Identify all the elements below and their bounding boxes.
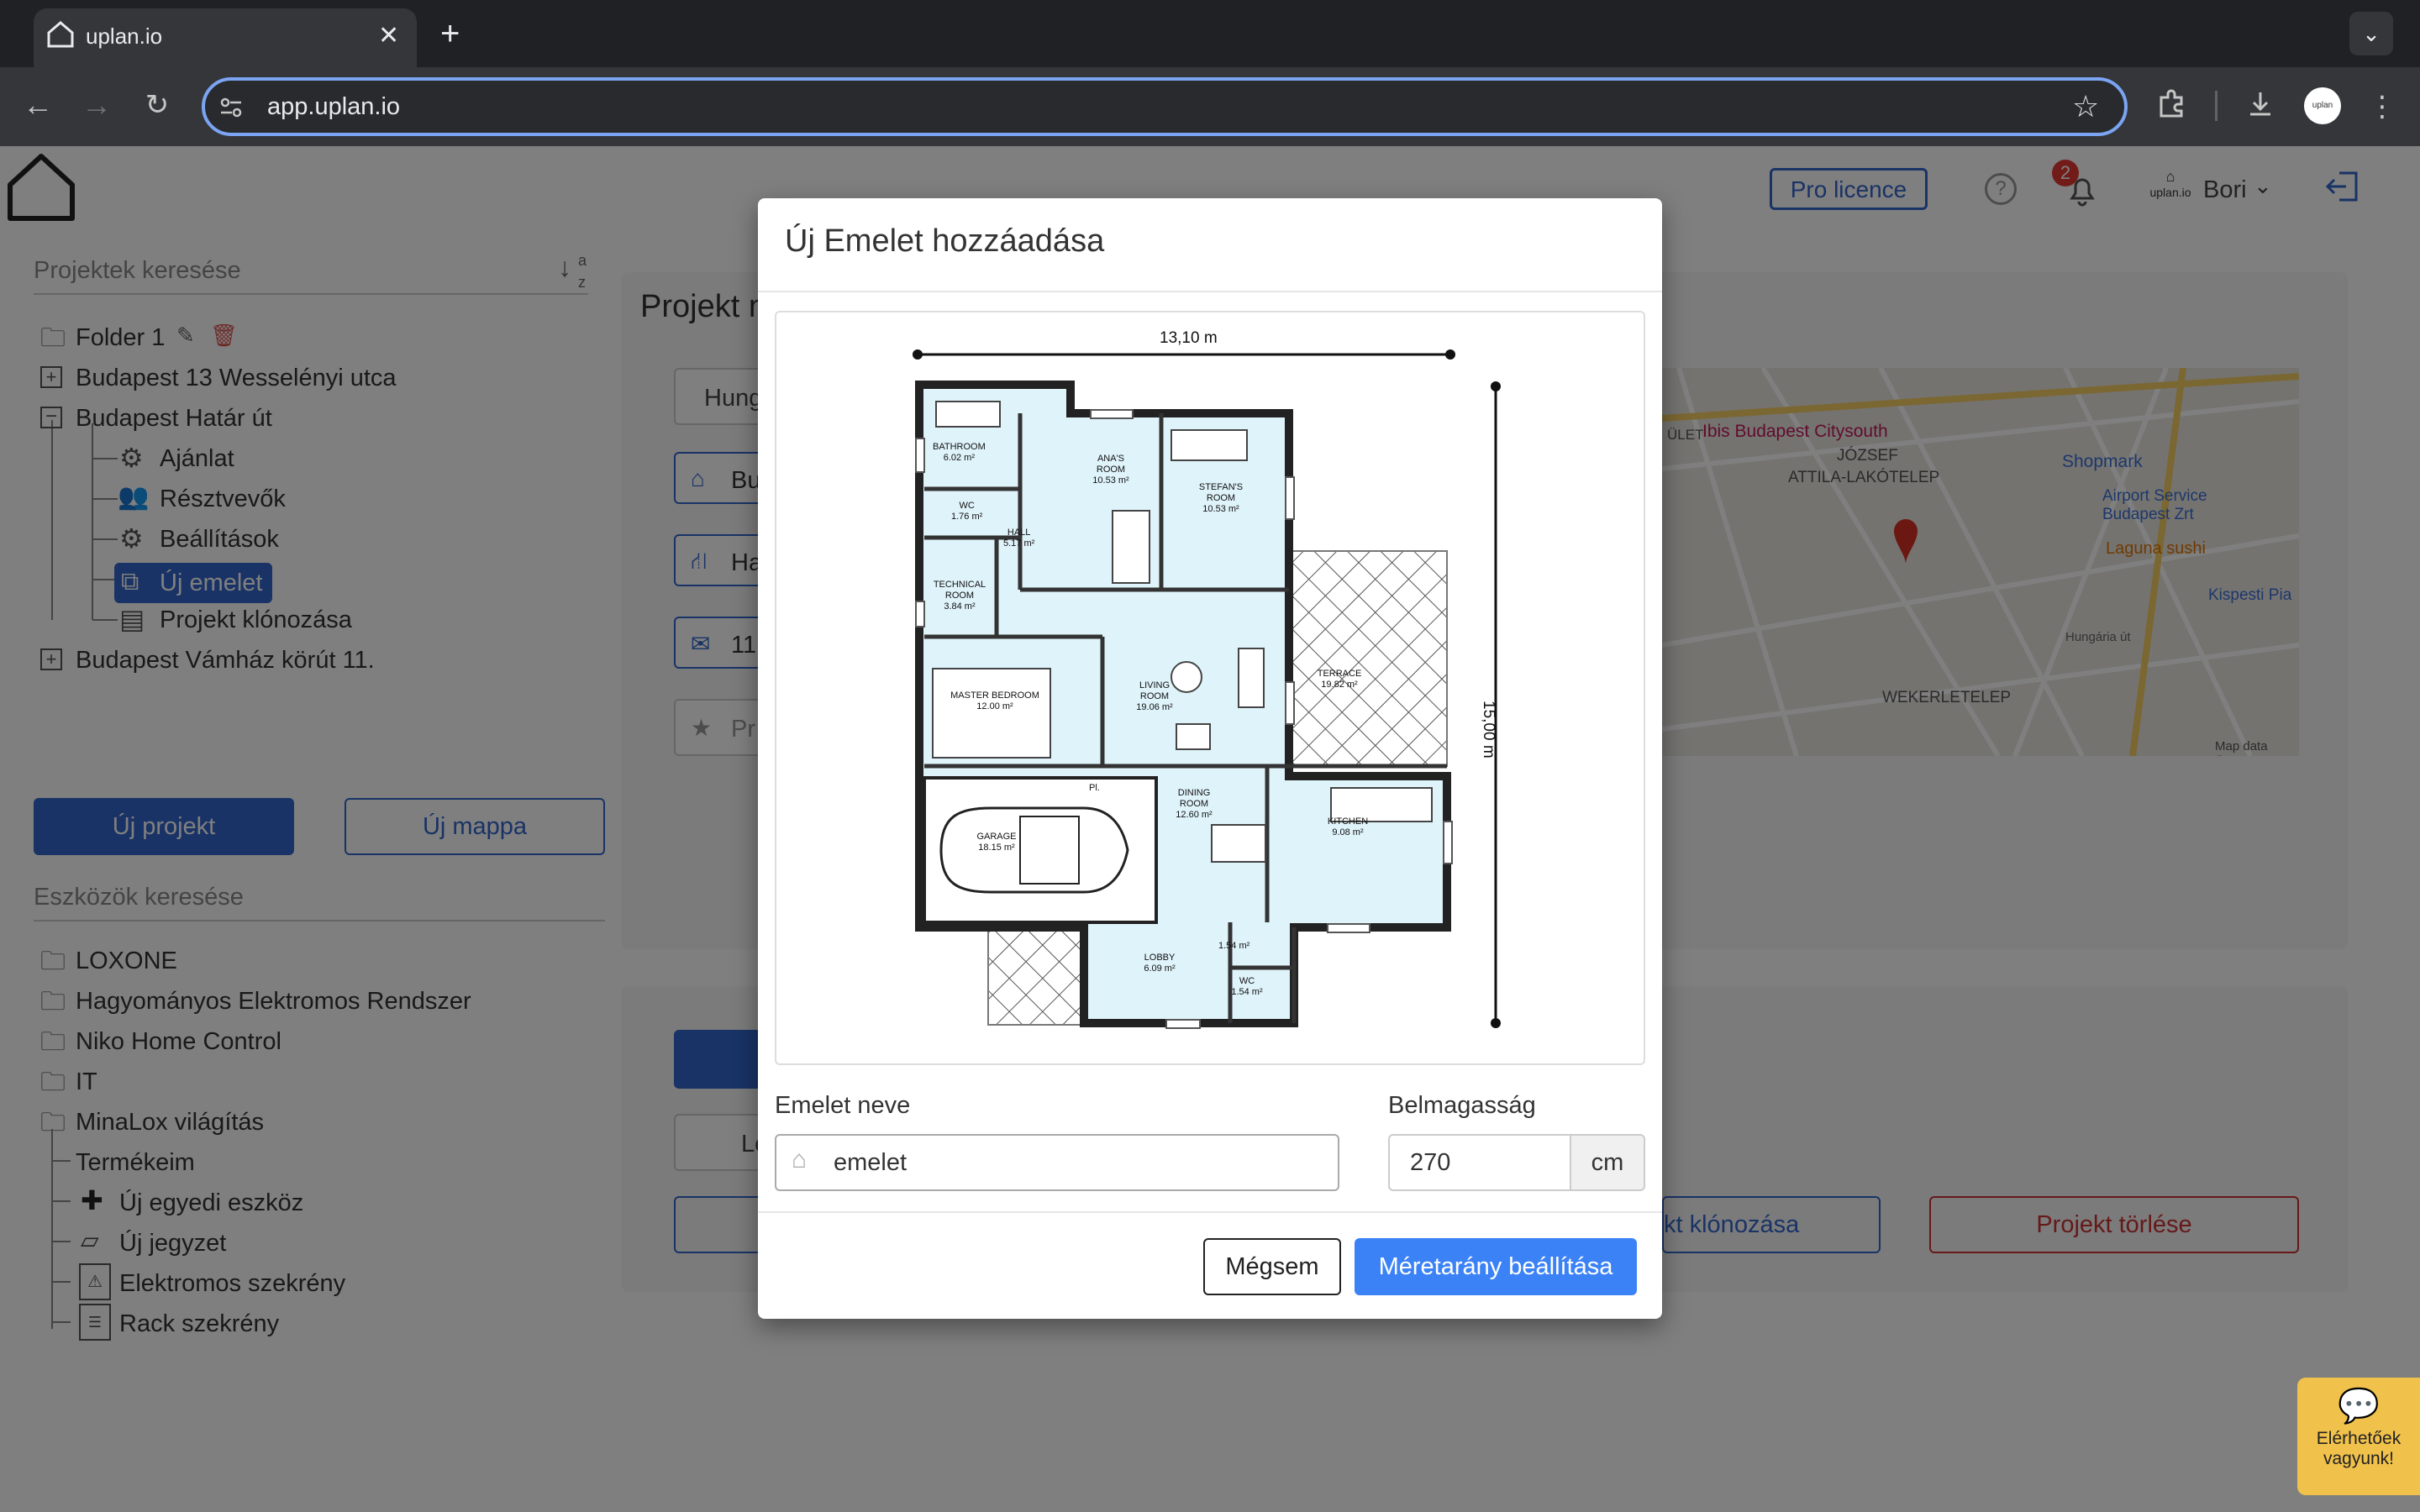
tab-close-icon[interactable]: ✕ — [378, 8, 399, 64]
cancel-button[interactable]: Mégsem — [1203, 1238, 1341, 1295]
add-floor-modal: Új Emelet hozzáadása 13,10 m 15,00 m BAT… — [758, 198, 1662, 1319]
floor-name-label: Emelet neve — [775, 1092, 911, 1119]
room-label: TECHNICAL ROOM 3.84 m² — [933, 580, 986, 612]
area-label: Pl. — [1089, 783, 1100, 793]
ceiling-height-value[interactable]: 270 — [1410, 1136, 1450, 1189]
chat-text-line2: vagyunk! — [2323, 1449, 2395, 1468]
url-text[interactable]: app.uplan.io — [267, 81, 400, 133]
floor-name-input[interactable]: ⌂ emelet — [775, 1134, 1339, 1191]
browser-tab[interactable]: uplan.io ✕ — [34, 8, 417, 67]
extensions-puzzle-icon[interactable] — [2154, 87, 2188, 121]
download-icon[interactable] — [2244, 87, 2277, 121]
room-label: TERRACE 19.82 m² — [1317, 669, 1362, 690]
area-label: 1.54 m² — [1218, 941, 1250, 951]
address-bar[interactable]: app.uplan.io ☆ — [202, 77, 2128, 136]
room-label: WC 1.54 m² — [1231, 976, 1263, 997]
tab-title: uplan.io — [86, 24, 163, 49]
modal-divider — [758, 291, 1662, 292]
room-label: HALL 5.17 m² — [1003, 528, 1035, 549]
chat-widget[interactable]: 💬 Elérhetőek vagyunk! — [2297, 1378, 2420, 1495]
room-label: STEFAN'S ROOM 10.53 m² — [1198, 482, 1244, 514]
browser-tabstrip: uplan.io ✕ + ⌄ — [0, 0, 2420, 67]
site-settings-icon[interactable] — [218, 95, 244, 120]
bookmark-star-icon[interactable]: ☆ — [2072, 81, 2099, 133]
reload-icon[interactable]: ↻ — [136, 84, 178, 126]
dimension-height: 15,00 m — [1480, 701, 1497, 759]
back-arrow-icon[interactable]: ← — [17, 84, 59, 126]
forward-arrow-icon[interactable]: → — [76, 84, 118, 126]
browser-menu-icon[interactable]: ⋮ — [2361, 86, 2403, 128]
new-tab-icon[interactable]: + — [440, 8, 460, 59]
home-icon: ⌂ — [792, 1146, 808, 1173]
room-label: MASTER BEDROOM 12.00 m² — [950, 690, 1039, 711]
profile-avatar[interactable]: uplan — [2304, 87, 2341, 124]
ceiling-height-unit: cm — [1570, 1134, 1645, 1191]
dimension-width: 13,10 m — [1160, 329, 1218, 347]
room-label: GARAGE 18.15 m² — [976, 832, 1017, 853]
room-label: BATHROOM 6.02 m² — [933, 442, 986, 463]
tab-search-chevron-icon[interactable]: ⌄ — [2349, 12, 2393, 55]
room-label: ANA'S ROOM 10.53 m² — [1092, 454, 1129, 486]
ceiling-height-input[interactable]: 270 — [1388, 1134, 1571, 1191]
room-label: LOBBY 6.09 m² — [1144, 953, 1176, 974]
browser-toolbar: ← → ↻ app.uplan.io ☆ uplan ⋮ — [0, 67, 2420, 146]
modal-title: Új Emelet hozzáadása — [785, 223, 1105, 259]
ceiling-height-label: Belmagasság — [1388, 1092, 1536, 1119]
floorplan-preview[interactable]: 13,10 m 15,00 m BATHROOM 6.02 m² ANA'S RO… — [775, 311, 1645, 1065]
modal-divider — [758, 1211, 1662, 1213]
room-label: WC 1.76 m² — [951, 501, 983, 522]
house-favicon-icon — [47, 21, 74, 48]
room-label: LIVING ROOM 19.06 m² — [1136, 680, 1173, 712]
set-scale-button[interactable]: Méretarány beállítása — [1355, 1238, 1637, 1295]
floor-name-value[interactable]: emelet — [834, 1136, 907, 1189]
toolbar-divider — [2215, 91, 2217, 121]
room-label: KITCHEN 9.08 m² — [1327, 816, 1369, 837]
chat-bubbles-icon: 💬 — [2338, 1388, 2380, 1425]
floorplan-image — [913, 349, 1501, 1029]
chat-text-line1: Elérhetőek — [2316, 1429, 2402, 1448]
room-label: DINING ROOM 12.60 m² — [1176, 788, 1213, 820]
